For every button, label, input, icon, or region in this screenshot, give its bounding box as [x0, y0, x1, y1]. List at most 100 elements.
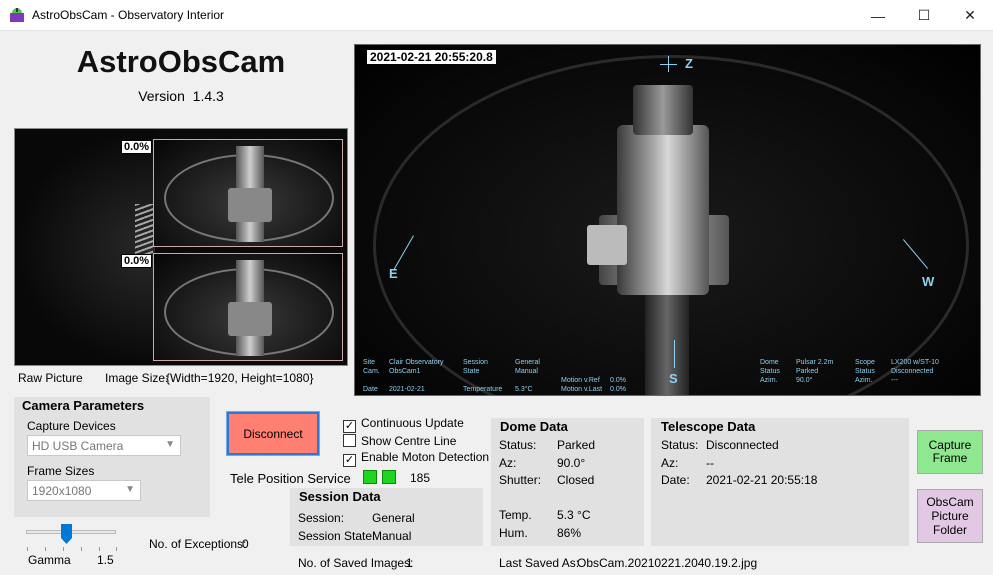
telescope-az-value: --: [706, 456, 714, 470]
dome-shutter-value: Closed: [557, 473, 595, 487]
version-row: Version 1.4.3: [14, 88, 348, 104]
continuous-update-option[interactable]: ✓ Continuous Update: [343, 416, 464, 433]
saved-images-value: 1: [406, 556, 413, 570]
dome-data-title: Dome Data: [500, 419, 568, 434]
close-icon: ✕: [964, 7, 976, 23]
exceptions-label: No. of Exceptions:: [149, 537, 247, 551]
thumbnail-top: [153, 139, 343, 247]
capture-frame-label: Capture Frame: [928, 438, 972, 465]
image-size-value: {Width=1920, Height=1080}: [166, 371, 314, 385]
compass-e: E: [389, 266, 398, 281]
dome-hum-value: 86%: [557, 526, 582, 540]
last-saved-label: Last Saved As:: [499, 556, 580, 570]
telescope-az-label: Az:: [661, 456, 679, 470]
picture-folder-label: ObsCam Picture Folder: [926, 495, 974, 537]
image-size-label: Image Size:: [105, 371, 169, 385]
overlay-session-values: General Manual 5.3°C 86%: [515, 359, 540, 393]
disconnect-button[interactable]: Disconnect: [226, 411, 320, 456]
show-centre-line-checkbox[interactable]: [343, 434, 356, 447]
dome-shutter-label: Shutter:: [499, 473, 542, 487]
overlay-scope-labels: Scope Status Azim. Time: [855, 359, 875, 384]
motion-pct-top: 0.0%: [121, 140, 153, 154]
tele-position-label: Tele Position Service: [230, 471, 351, 486]
telescope-top: [633, 85, 693, 135]
app-icon: [9, 7, 25, 23]
capture-device-value: HD USB Camera: [32, 439, 124, 453]
telescope-status-label: Status:: [661, 438, 699, 452]
last-saved-value: ObsCam.20210221.2040.19.2.jpg: [577, 556, 758, 570]
gamma-value: 1.5: [97, 553, 114, 567]
close-button[interactable]: ✕: [947, 0, 993, 31]
session-state-value: Manual: [372, 529, 412, 543]
telescope-date-label: Date:: [661, 473, 690, 487]
gamma-label: Gamma: [28, 553, 71, 567]
main-camera-view: 2021-02-21 20:55:20.8 Z E W S Site Cam. …: [354, 44, 981, 396]
capture-frame-button[interactable]: Capture Frame: [917, 430, 983, 474]
show-centre-line-option[interactable]: Show Centre Line: [343, 434, 456, 448]
app-name: AstroObsCam: [76, 44, 286, 79]
session-label: Session:: [298, 511, 345, 525]
telescope-data-title: Telescope Data: [661, 419, 756, 434]
dome-az-label: Az:: [499, 456, 517, 470]
compass-w: W: [922, 274, 935, 289]
continuous-update-label: Continuous Update: [361, 416, 464, 430]
version-label: Version: [138, 88, 185, 104]
motion-detection-label: Enable Moton Detection: [361, 450, 490, 464]
show-centre-line-label: Show Centre Line: [361, 434, 457, 448]
saved-images-label: No. of Saved Images:: [298, 556, 414, 570]
telescope-date-value: 2021-02-21 20:55:18: [706, 473, 818, 487]
telescope-status-value: Disconnected: [706, 438, 779, 452]
overlay-site-values: Clair Observatory ObsCam1 2021-02-21 20:…: [389, 359, 444, 393]
raw-picture-preview: 0.0% 0.0%: [14, 128, 348, 366]
telescope-body: [617, 125, 709, 295]
version-number: 1.4.3: [192, 88, 224, 104]
overlay-dome-values: Pulsar 2.2m Parked 90.0° Closed: [796, 359, 834, 384]
dome-az-value: 90.0°: [557, 456, 586, 470]
frame-size-value: 1920x1080: [32, 484, 92, 498]
frame-sizes-label: Frame Sizes: [27, 464, 95, 478]
camera-parameters-title: Camera Parameters: [22, 398, 145, 413]
frame-size-select[interactable]: 1920x1080 ▼: [27, 480, 141, 501]
status-led-1: [363, 470, 377, 484]
session-data-title: Session Data: [299, 489, 381, 504]
dome-temp-value: 5.3 °C: [557, 508, 591, 522]
picture-folder-button[interactable]: ObsCam Picture Folder: [917, 489, 983, 543]
raw-frame-left: [15, 129, 155, 365]
overlay-dome-labels: Dome Status Azim. Shutter: [760, 359, 780, 384]
overlay-scope-values: LX200 w/ST-10 Disconnected --- 20:55:18 …: [891, 359, 939, 384]
telescope-pier: [645, 280, 689, 395]
session-state-label: Session State:: [298, 529, 376, 543]
motion-detection-option[interactable]: ✓ Enable Moton Detection: [343, 450, 489, 467]
chevron-down-icon: ▼: [125, 484, 135, 495]
dome-status-label: Status:: [499, 438, 537, 452]
dome-hum-label: Hum.: [499, 526, 528, 540]
main-timestamp: 2021-02-21 20:55:20.8: [367, 50, 496, 64]
overlay-site-labels: Site Cam. Date Time: [363, 359, 380, 393]
motion-pct-bottom: 0.0%: [121, 254, 153, 268]
tele-position-value: 185: [410, 471, 431, 485]
status-led-2: [382, 470, 396, 484]
maximize-icon: ☐: [917, 7, 931, 23]
capture-devices-label: Capture Devices: [27, 419, 116, 433]
session-value: General: [372, 511, 415, 525]
raw-picture-label: Raw Picture: [18, 371, 83, 385]
gamma-slider-thumb[interactable]: [61, 524, 72, 544]
minimize-icon: —: [871, 7, 885, 24]
capture-device-select[interactable]: HD USB Camera ▼: [27, 435, 181, 456]
dome-temp-label: Temp.: [499, 508, 532, 522]
maximize-button[interactable]: ☐: [901, 0, 947, 31]
window-title: AstroObsCam - Observatory Interior: [32, 8, 225, 22]
raw-frame-streak: [135, 204, 153, 254]
telescope-counterweight: [587, 225, 627, 265]
dome-status-value: Parked: [557, 438, 596, 452]
chevron-down-icon: ▼: [165, 439, 175, 450]
motion-detection-checkbox[interactable]: ✓: [343, 454, 356, 467]
exceptions-value: 0: [242, 537, 249, 551]
minimize-button[interactable]: —: [855, 0, 901, 31]
continuous-update-checkbox[interactable]: ✓: [343, 420, 356, 433]
compass-z: Z: [685, 56, 693, 71]
compass-s: S: [669, 371, 678, 386]
overlay-motion-labels: Motion v.Ref Motion v.Last: [561, 377, 603, 393]
overlay-motion-values: 0.0% 0.0%: [610, 377, 626, 393]
thumbnail-bottom: [153, 253, 343, 361]
